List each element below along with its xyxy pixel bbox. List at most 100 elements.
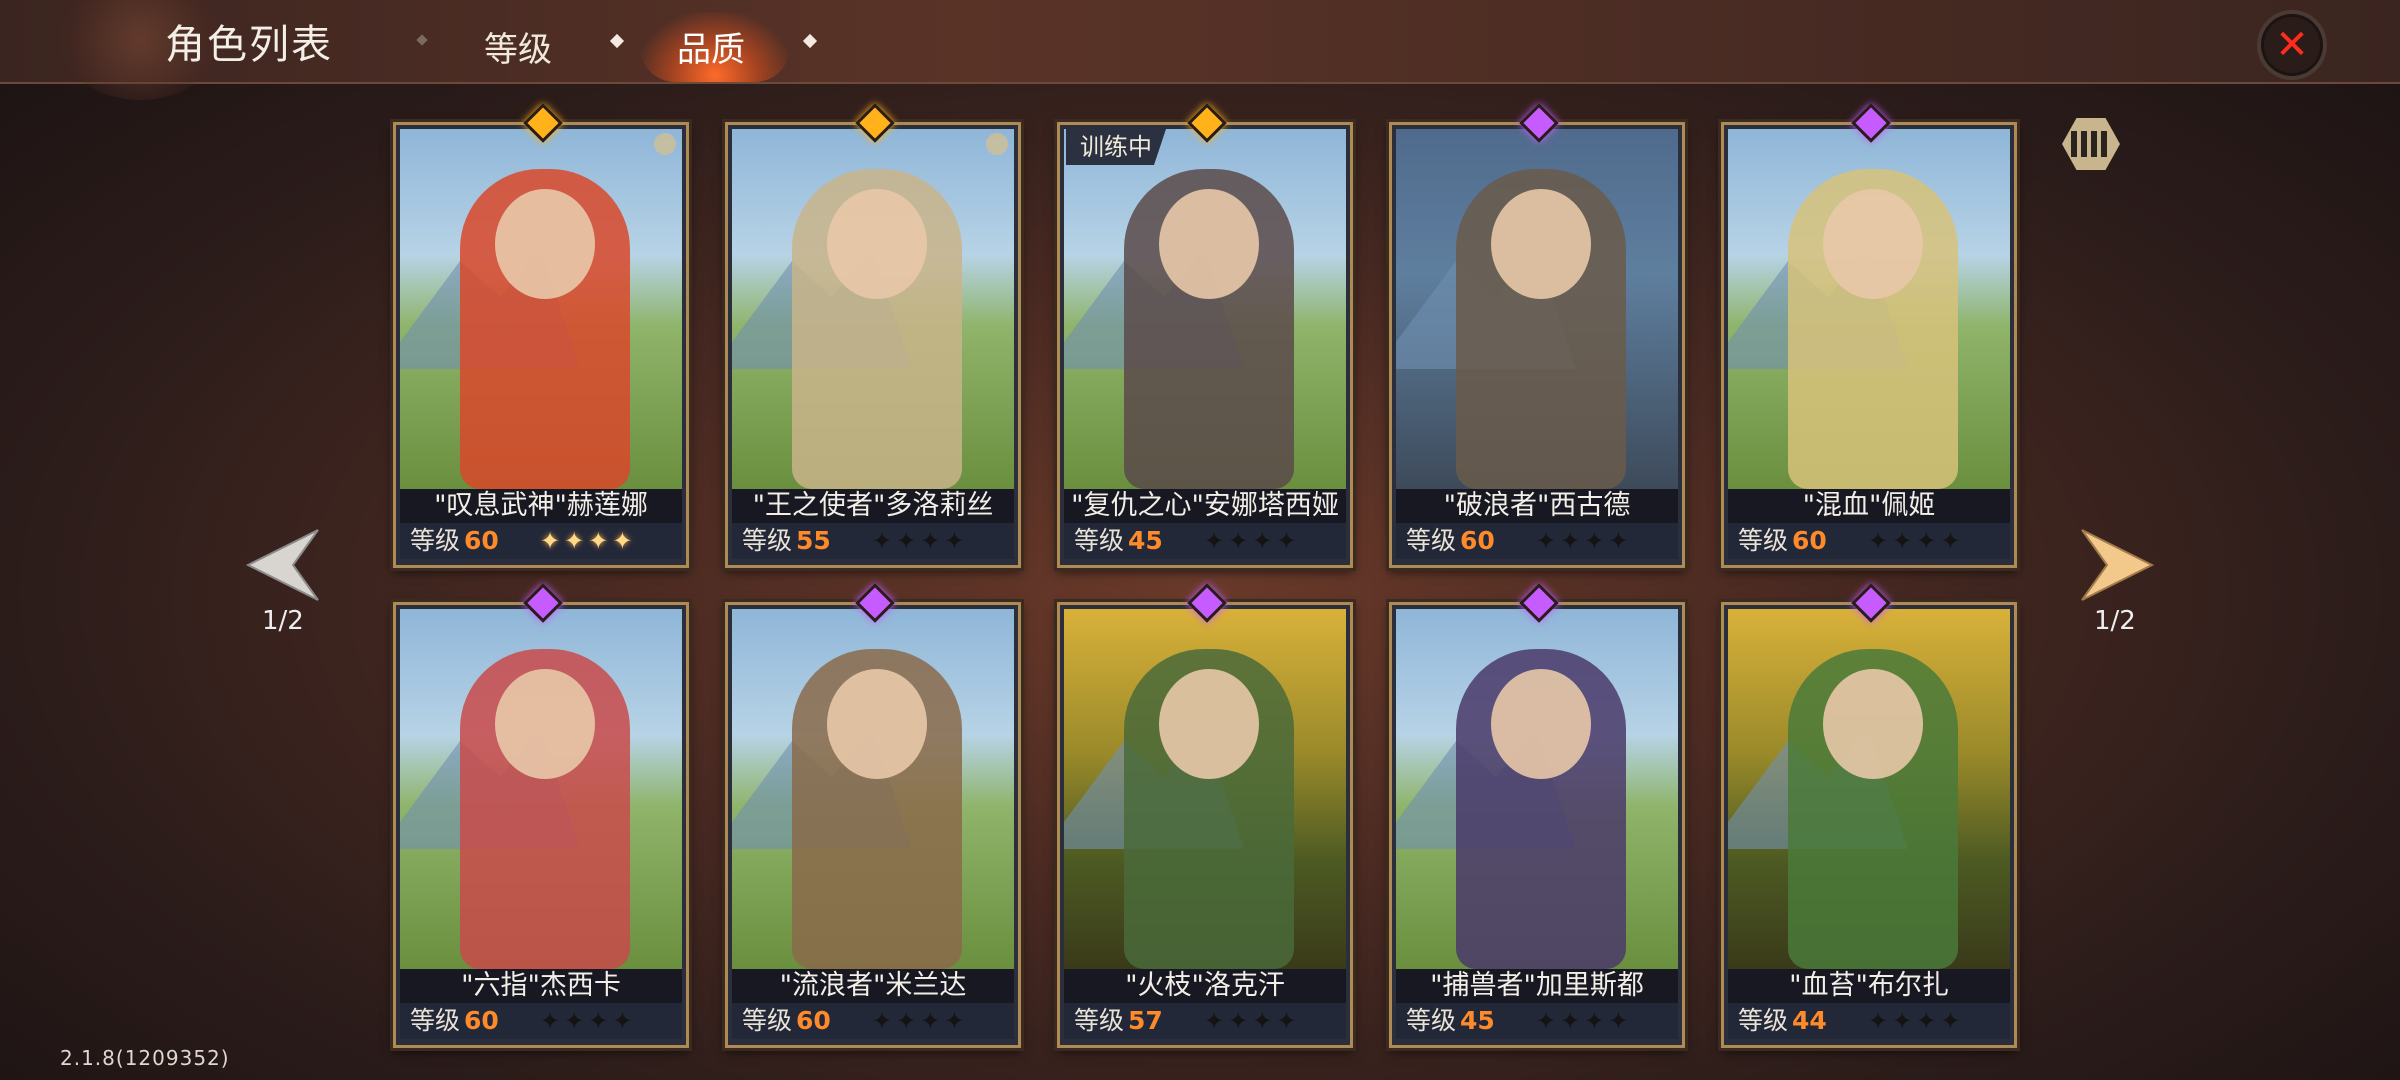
star-rating: ✦✦✦✦ [1536, 523, 1632, 559]
star-rating: ✦✦✦✦ [1536, 1003, 1632, 1039]
character-portrait [400, 609, 682, 969]
character-card[interactable]: "破浪者"西古德 等级 60 ✦✦✦✦ [1389, 103, 1685, 568]
star-icon: ✦ [1204, 1007, 1229, 1035]
star-icon: ✦ [1940, 527, 1965, 555]
level-bar: 等级 60 ✦✦✦✦ [400, 1003, 682, 1039]
tab-separator-icon [416, 34, 428, 46]
character-name: "王之使者"多洛莉丝 [732, 489, 1014, 523]
star-icon: ✦ [1868, 1007, 1893, 1035]
star-icon: ✦ [872, 1007, 897, 1035]
character-portrait [1396, 609, 1678, 969]
filter-icon[interactable] [2062, 118, 2120, 170]
character-card[interactable]: "火枝"洛克汗 等级 57 ✦✦✦✦ [1057, 583, 1353, 1048]
character-portrait [1728, 129, 2010, 489]
level-bar: 等级 45 ✦✦✦✦ [1064, 523, 1346, 559]
character-card[interactable]: "叹息武神"赫莲娜 等级 60 ✦✦✦✦ [393, 103, 689, 568]
star-icon: ✦ [612, 1007, 637, 1035]
character-name: "血苔"布尔扎 [1728, 969, 2010, 1003]
level-value: 55 [796, 526, 831, 555]
tab-separator-icon [609, 33, 625, 49]
character-card[interactable]: "六指"杰西卡 等级 60 ✦✦✦✦ [393, 583, 689, 1048]
level-bar: 等级 60 ✦✦✦✦ [1396, 523, 1678, 559]
star-icon: ✦ [1536, 527, 1561, 555]
star-icon: ✦ [896, 1007, 921, 1035]
character-portrait [1064, 609, 1346, 969]
corner-emblem-icon [654, 133, 676, 155]
character-head [827, 669, 927, 779]
star-rating: ✦✦✦✦ [1204, 523, 1300, 559]
tab-level[interactable]: 等级 [484, 22, 552, 71]
star-icon: ✦ [1536, 1007, 1561, 1035]
level-label: 等级 [410, 1006, 461, 1035]
star-icon: ✦ [1276, 527, 1301, 555]
star-icon: ✦ [920, 527, 945, 555]
character-head [1159, 669, 1259, 779]
character-head [1159, 189, 1259, 299]
character-name: "复仇之心"安娜塔西娅 [1064, 489, 1346, 523]
star-icon: ✦ [564, 1007, 589, 1035]
star-icon: ✦ [1940, 1007, 1965, 1035]
level-value: 60 [464, 526, 499, 555]
tab-separator-icon [802, 33, 818, 49]
character-name: "流浪者"米兰达 [732, 969, 1014, 1003]
level-value: 60 [796, 1006, 831, 1035]
character-card[interactable]: "血苔"布尔扎 等级 44 ✦✦✦✦ [1721, 583, 2017, 1048]
star-rating: ✦✦✦✦ [872, 1003, 968, 1039]
star-icon: ✦ [1560, 1007, 1585, 1035]
character-card[interactable]: "混血"佩姬 等级 60 ✦✦✦✦ [1721, 103, 2017, 568]
level-label: 等级 [742, 1006, 793, 1035]
level-bar: 等级 44 ✦✦✦✦ [1728, 1003, 2010, 1039]
level-bar: 等级 60 ✦✦✦✦ [400, 523, 682, 559]
level-label: 等级 [742, 526, 793, 555]
level-value: 45 [1460, 1006, 1495, 1035]
star-icon: ✦ [1868, 527, 1893, 555]
star-icon: ✦ [1916, 527, 1941, 555]
character-name: "叹息武神"赫莲娜 [400, 489, 682, 523]
star-icon: ✦ [588, 527, 613, 555]
star-icon: ✦ [612, 527, 637, 555]
character-portrait [400, 129, 682, 489]
level-label: 等级 [1406, 1006, 1457, 1035]
star-icon: ✦ [920, 1007, 945, 1035]
character-card[interactable]: "王之使者"多洛莉丝 等级 55 ✦✦✦✦ [725, 103, 1021, 568]
star-rating: ✦✦✦✦ [540, 523, 636, 559]
star-icon: ✦ [1584, 1007, 1609, 1035]
character-portrait [732, 129, 1014, 489]
level-value: 60 [1792, 526, 1827, 555]
level-value: 60 [464, 1006, 499, 1035]
character-portrait [1396, 129, 1678, 489]
star-icon: ✦ [1228, 527, 1253, 555]
prev-page-arrow-icon[interactable] [238, 520, 328, 610]
character-head [495, 189, 595, 299]
star-rating: ✦✦✦✦ [872, 523, 968, 559]
star-icon: ✦ [1916, 1007, 1941, 1035]
star-rating: ✦✦✦✦ [540, 1003, 636, 1039]
star-rating: ✦✦✦✦ [1868, 1003, 1964, 1039]
star-icon: ✦ [1252, 527, 1277, 555]
character-card[interactable]: "复仇之心"安娜塔西娅 等级 45 ✦✦✦✦ 训练中 [1057, 103, 1353, 568]
level-label: 等级 [1738, 1006, 1789, 1035]
level-value: 44 [1792, 1006, 1827, 1035]
next-page-arrow-icon[interactable] [2072, 520, 2162, 610]
level-value: 60 [1460, 526, 1495, 555]
level-value: 57 [1128, 1006, 1163, 1035]
character-name: "捕兽者"加里斯都 [1396, 969, 1678, 1003]
character-portrait [1064, 129, 1346, 489]
star-icon: ✦ [944, 1007, 969, 1035]
character-portrait [732, 609, 1014, 969]
version-label: 2.1.8(1209352) [60, 1046, 230, 1070]
close-button[interactable]: ✕ [2257, 10, 2327, 80]
training-badge: 训练中 [1066, 129, 1166, 165]
level-bar: 等级 60 ✦✦✦✦ [732, 1003, 1014, 1039]
close-icon: ✕ [2275, 22, 2309, 68]
tab-quality[interactable]: 品质 [677, 22, 745, 71]
star-icon: ✦ [1276, 1007, 1301, 1035]
character-head [1491, 669, 1591, 779]
character-card[interactable]: "捕兽者"加里斯都 等级 45 ✦✦✦✦ [1389, 583, 1685, 1048]
star-icon: ✦ [1608, 1007, 1633, 1035]
level-label: 等级 [1074, 526, 1125, 555]
star-icon: ✦ [1228, 1007, 1253, 1035]
character-card[interactable]: "流浪者"米兰达 等级 60 ✦✦✦✦ [725, 583, 1021, 1048]
character-head [495, 669, 595, 779]
page-indicator-left: 1/2 [262, 606, 304, 636]
